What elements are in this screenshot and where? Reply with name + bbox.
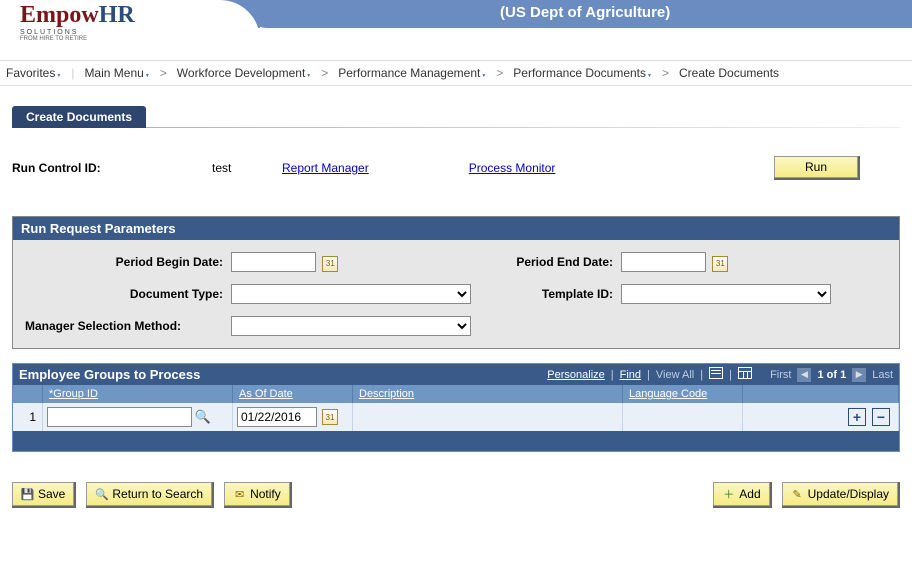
update-display-button[interactable]: ✎Update/Display	[782, 482, 898, 506]
delete-row-button[interactable]: −	[872, 408, 890, 426]
grid-download-icon[interactable]	[709, 367, 723, 382]
notify-icon: ✉	[233, 488, 246, 501]
grid-counter: 1 of 1	[817, 369, 846, 381]
run-request-parameters: Run Request Parameters Period Begin Date…	[12, 216, 900, 349]
lookup-icon[interactable]: 🔍	[195, 409, 211, 425]
grid-view-all: View All	[656, 369, 694, 381]
group-id-input[interactable]	[47, 407, 192, 427]
update-icon: ✎	[791, 488, 804, 501]
grid-personalize-link[interactable]: Personalize	[547, 369, 604, 381]
description-cell	[353, 403, 623, 431]
report-manager-link[interactable]: Report Manager	[282, 161, 369, 175]
chevron-right-icon: >	[321, 66, 328, 80]
calendar-icon[interactable]: 31	[712, 256, 728, 272]
add-icon: ＋	[722, 488, 735, 501]
run-button[interactable]: Run	[774, 156, 858, 178]
add-row-button[interactable]: +	[848, 408, 866, 426]
notify-button[interactable]: ✉Notify	[224, 482, 290, 506]
return-to-search-button[interactable]: 🔍Return to Search	[86, 482, 212, 506]
as-of-date-input[interactable]	[237, 407, 317, 427]
run-control-id-label: Run Control ID:	[12, 161, 182, 175]
period-begin-date-input[interactable]	[231, 252, 316, 272]
period-begin-label: Period Begin Date:	[21, 255, 231, 269]
document-type-label: Document Type:	[21, 287, 231, 301]
page-tab[interactable]: Create Documents	[12, 106, 146, 128]
chevron-right-icon: >	[160, 66, 167, 80]
nav-performance-management[interactable]: Performance Management▼	[338, 66, 486, 80]
employee-groups-grid: Employee Groups to Process Personalize |…	[12, 363, 900, 452]
calendar-icon[interactable]: 31	[322, 256, 338, 272]
grid-calendar-icon[interactable]	[738, 367, 752, 382]
run-control-id-value: test	[212, 161, 252, 175]
nav-create-documents[interactable]: Create Documents	[679, 66, 779, 80]
manager-selection-select[interactable]	[231, 316, 471, 336]
save-button[interactable]: 💾Save	[12, 482, 74, 506]
grid-next-icon[interactable]: ▶	[852, 368, 866, 382]
chevron-right-icon: >	[496, 66, 503, 80]
save-icon: 💾	[21, 488, 34, 501]
template-id-label: Template ID:	[481, 287, 621, 301]
table-row: 1 🔍 31 + −	[13, 403, 899, 431]
template-id-select[interactable]	[621, 284, 831, 304]
page-header: (US Dept of Agriculture) EmpowHR SOLUTIO…	[0, 0, 912, 60]
grid-prev-icon[interactable]: ◀	[797, 368, 811, 382]
col-description[interactable]: Description	[353, 385, 623, 403]
nav-performance-documents[interactable]: Performance Documents▼	[513, 66, 652, 80]
nav-main-menu[interactable]: Main Menu▼	[84, 66, 149, 80]
grid-first: First	[770, 369, 791, 381]
language-code-cell	[623, 403, 743, 431]
row-number: 1	[13, 403, 43, 431]
grid-find-link[interactable]: Find	[620, 369, 641, 381]
process-monitor-link[interactable]: Process Monitor	[469, 161, 556, 175]
col-group-id[interactable]: *Group ID	[43, 385, 233, 403]
run-control-row: Run Control ID: test Report Manager Proc…	[12, 156, 900, 180]
nav-favorites[interactable]: Favorites▼	[6, 66, 61, 80]
grid-last: Last	[872, 369, 893, 381]
grid-column-headers: *Group ID As Of Date Description Languag…	[13, 385, 899, 403]
logo: EmpowHR SOLUTIONS FROM HIRE TO RETIRE	[20, 2, 135, 42]
col-language-code[interactable]: Language Code	[623, 385, 743, 403]
add-button[interactable]: ＋Add	[713, 482, 769, 506]
calendar-icon[interactable]: 31	[322, 409, 338, 425]
period-end-label: Period End Date:	[481, 255, 621, 269]
col-as-of-date[interactable]: As Of Date	[233, 385, 353, 403]
period-end-date-input[interactable]	[621, 252, 706, 272]
nav-workforce-development[interactable]: Workforce Development▼	[177, 66, 311, 80]
page-actions: 💾Save 🔍Return to Search ✉Notify ＋Add ✎Up…	[12, 482, 900, 508]
search-icon: 🔍	[95, 488, 108, 501]
breadcrumb: Favorites▼ | Main Menu▼ > Workforce Deve…	[0, 60, 912, 86]
manager-selection-label: Manager Selection Method:	[21, 319, 231, 333]
org-name: (US Dept of Agriculture)	[500, 4, 670, 21]
chevron-right-icon: >	[662, 66, 669, 80]
document-type-select[interactable]	[231, 284, 471, 304]
